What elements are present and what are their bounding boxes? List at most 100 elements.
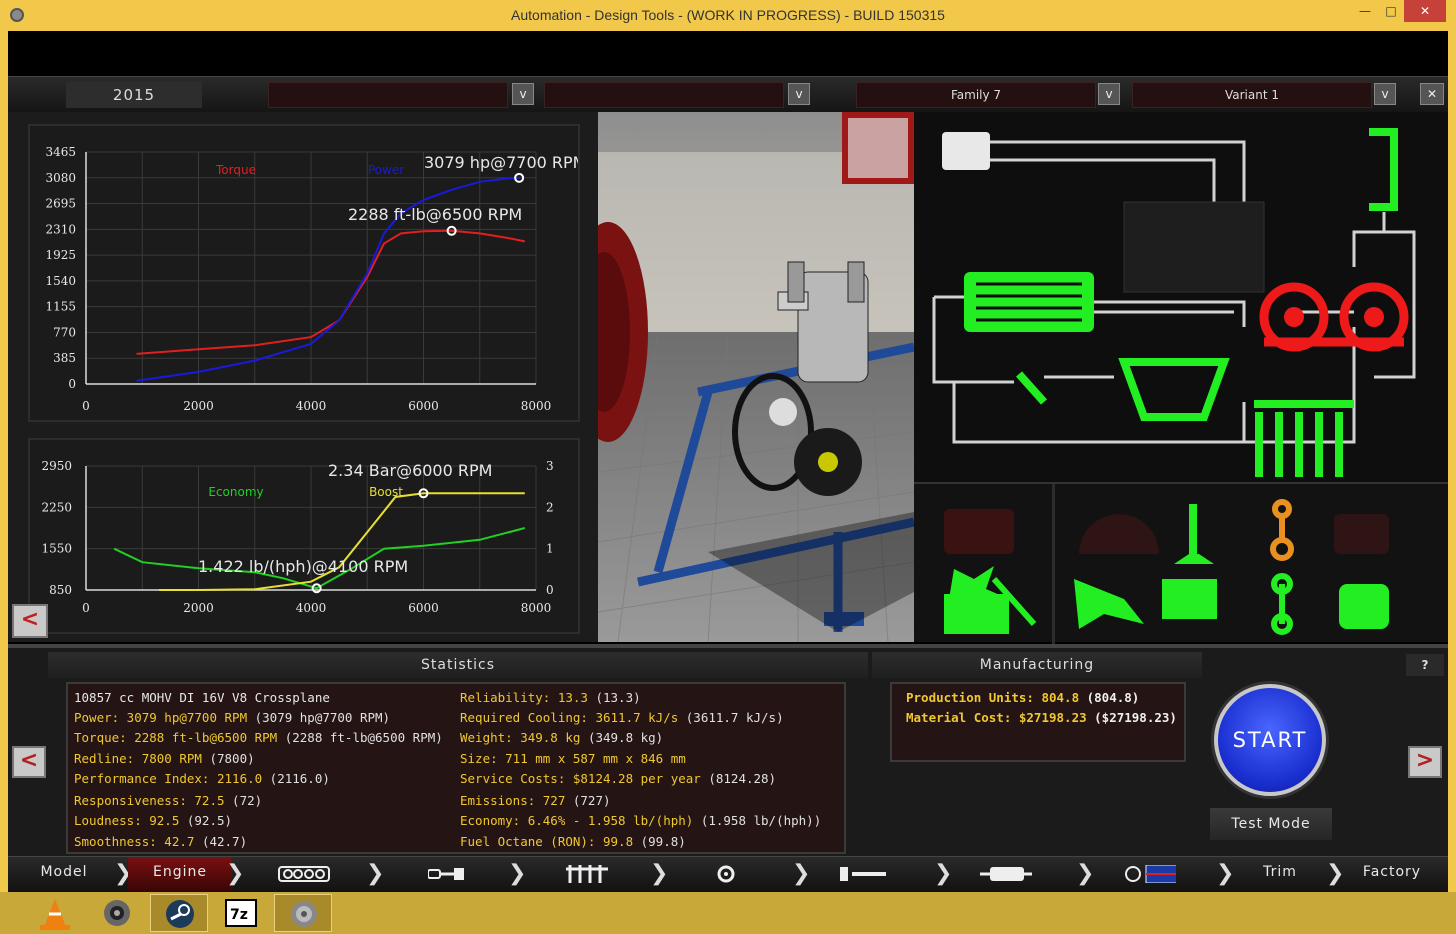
nav-separator-chevron: ❯ [792, 861, 811, 886]
automation-app-icon[interactable] [274, 894, 332, 932]
stat-torque: Torque: 2288 ft-lb@6500 RPM (2288 ft-lb@… [74, 730, 443, 745]
stat-fuel-octane: Fuel Octane (RON): 99.8 (99.8) [460, 834, 686, 849]
power-legend-label: Power [368, 163, 404, 177]
vlc-icon[interactable] [26, 894, 84, 932]
production-units: Production Units: 804.8 (804.8) [906, 690, 1140, 705]
dropdown-1[interactable] [268, 82, 508, 108]
x-tick-label: 6000 [408, 399, 439, 413]
economy-boost-graph: 2950 2250 1550 850 3 2 1 0 0 2000 4000 6000 8000 Econ… [28, 438, 580, 634]
stat-loudness: Loudness: 92.5 (92.5) [74, 813, 233, 828]
y-tick-label: 1540 [45, 274, 76, 288]
family-dropdown-toggle[interactable]: v [1098, 83, 1120, 105]
y-tick-label: 385 [53, 351, 76, 365]
nav-separator-chevron: ❯ [1076, 861, 1095, 886]
manufacturing-header: Manufacturing [872, 652, 1202, 678]
nav-factory[interactable]: Factory [1344, 857, 1440, 891]
boost-peak-label: 2.34 Bar@6000 RPM [328, 461, 492, 480]
start-button[interactable]: START [1214, 684, 1326, 796]
exhaust-icon[interactable] [980, 865, 1032, 883]
stat-redline: Redline: 7800 RPM (7800) [74, 751, 255, 766]
nav-separator-chevron: ❯ [508, 861, 527, 886]
power-peak-label: 3079 hp@7700 RPM [424, 153, 578, 172]
x-tick-label: 8000 [521, 601, 552, 615]
stat-economy: Economy: 6.46% - 1.958 lb/(hph) (1.958 l… [460, 813, 822, 828]
x-tick-label: 0 [82, 601, 90, 615]
material-cost: Material Cost: $27198.23 ($27198.23) [906, 710, 1177, 725]
torque-power-graph: 3465 3080 2695 2310 1925 1540 1155 770 385 0 0 2000… [28, 124, 580, 422]
nav-separator-chevron: ❯ [366, 861, 385, 886]
y-right-tick-label: 1 [546, 542, 554, 556]
crankshaft-icon[interactable] [428, 865, 480, 883]
x-tick-label: 4000 [296, 399, 327, 413]
windows-taskbar: 7z [0, 892, 1456, 934]
nav-model[interactable]: Model [8, 857, 120, 891]
valvetrain-icon[interactable] [564, 865, 616, 883]
next-page-button[interactable]: > [1408, 746, 1442, 778]
stat-required-cooling: Required Cooling: 3611.7 kJ/s (3611.7 kJ… [460, 710, 784, 725]
app-disc-icon[interactable] [88, 894, 146, 932]
statistics-header: Statistics [48, 652, 868, 678]
part-categories-panel [914, 482, 1448, 644]
torque-legend-label: Torque [215, 163, 256, 177]
y-tick-label: 770 [53, 325, 76, 339]
variant-dropdown-toggle[interactable]: v [1374, 83, 1396, 105]
manufacturing-box: Production Units: 804.8 (804.8) Material… [890, 682, 1186, 762]
engine-tuning-icon[interactable] [1124, 865, 1176, 883]
window-frame-left [0, 31, 8, 903]
x-tick-label: 4000 [296, 601, 327, 615]
y-tick-label: 2695 [45, 197, 76, 211]
torque-peak-label: 2288 ft-lb@6500 RPM [348, 205, 522, 224]
turbo-icon[interactable] [712, 865, 764, 883]
part-icons [944, 499, 1389, 635]
nav-separator-chevron: ❯ [226, 861, 245, 886]
economy-min-label: 1.422 lb/(hph)@4100 RPM [198, 557, 408, 576]
boost-legend-label: Boost [369, 485, 403, 499]
engine-summary: 10857 cc MOHV DI 16V V8 Crossplane [74, 690, 330, 705]
y-tick-label: 3080 [45, 171, 76, 185]
y-tick-label: 1925 [45, 248, 76, 262]
prev-page-button[interactable]: < [12, 746, 46, 778]
economy-boost-chart: 2950 2250 1550 850 3 2 1 0 0 2000 4000 6000 8000 Econ… [41, 459, 554, 615]
y-tick-label: 2310 [45, 222, 76, 236]
nav-trim[interactable]: Trim [1232, 857, 1328, 891]
close-variant-button[interactable]: ✕ [1420, 83, 1444, 105]
economy-legend-label: Economy [208, 485, 263, 499]
engine-schematic[interactable] [914, 112, 1448, 482]
y-left-tick-label: 2950 [41, 459, 72, 473]
variant-dropdown[interactable]: Variant 1 [1132, 82, 1372, 108]
window-titlebar: Automation - Design Tools - (WORK IN PRO… [0, 0, 1456, 31]
stat-responsiveness: Responsiveness: 72.5 (72) [74, 793, 263, 808]
stat-performance-index: Performance Index: 2116.0 (2116.0) [74, 771, 330, 786]
help-button[interactable]: ? [1406, 654, 1444, 676]
engine-graphs-panel: 3465 3080 2695 2310 1925 1540 1155 770 385 0 0 2000… [8, 112, 598, 642]
engine-block-icon-disabled [944, 509, 1014, 554]
dropdown-2[interactable] [544, 82, 784, 108]
fuel-system-icon[interactable] [838, 865, 890, 883]
design-nav-bar: Model ❯ Engine ❯ ❯ ❯ ❯ ❯ ❯ ❯ ❯ Trim ❯ Fa… [8, 856, 1448, 892]
engine-block-icon[interactable] [278, 865, 330, 883]
engine-3d-viewport[interactable] [598, 112, 914, 642]
torque-series-line [136, 229, 525, 355]
7zip-icon[interactable]: 7z [212, 894, 270, 932]
steam-icon[interactable] [150, 894, 208, 932]
close-window-button[interactable]: ✕ [1404, 0, 1446, 22]
nav-engine[interactable]: Engine [128, 857, 232, 891]
x-tick-label: 8000 [521, 399, 552, 413]
window-frame-right [1448, 31, 1456, 903]
family-dropdown[interactable]: Family 7 [856, 82, 1096, 108]
year-display: 2015 [66, 82, 202, 108]
statistics-panel: Statistics Manufacturing ? < > 10857 cc … [8, 644, 1448, 856]
y-left-tick-label: 2250 [41, 500, 72, 514]
nav-separator-chevron: ❯ [1326, 861, 1345, 886]
dropdown-2-toggle[interactable]: v [788, 83, 810, 105]
maximize-button[interactable]: □ [1376, 0, 1406, 22]
statistics-box: 10857 cc MOHV DI 16V V8 Crossplane Power… [66, 682, 846, 854]
dropdown-1-toggle[interactable]: v [512, 83, 534, 105]
torque-power-chart: 3465 3080 2695 2310 1925 1540 1155 770 385 00 2000… [45, 145, 578, 413]
y-tick-label: 0 [68, 377, 76, 391]
graphs-collapse-button[interactable]: < [12, 604, 48, 638]
test-mode-button[interactable]: Test Mode [1210, 808, 1332, 840]
svg-text:7z: 7z [230, 907, 248, 923]
y-left-tick-label: 850 [49, 583, 72, 597]
y-right-tick-label: 0 [546, 583, 554, 597]
